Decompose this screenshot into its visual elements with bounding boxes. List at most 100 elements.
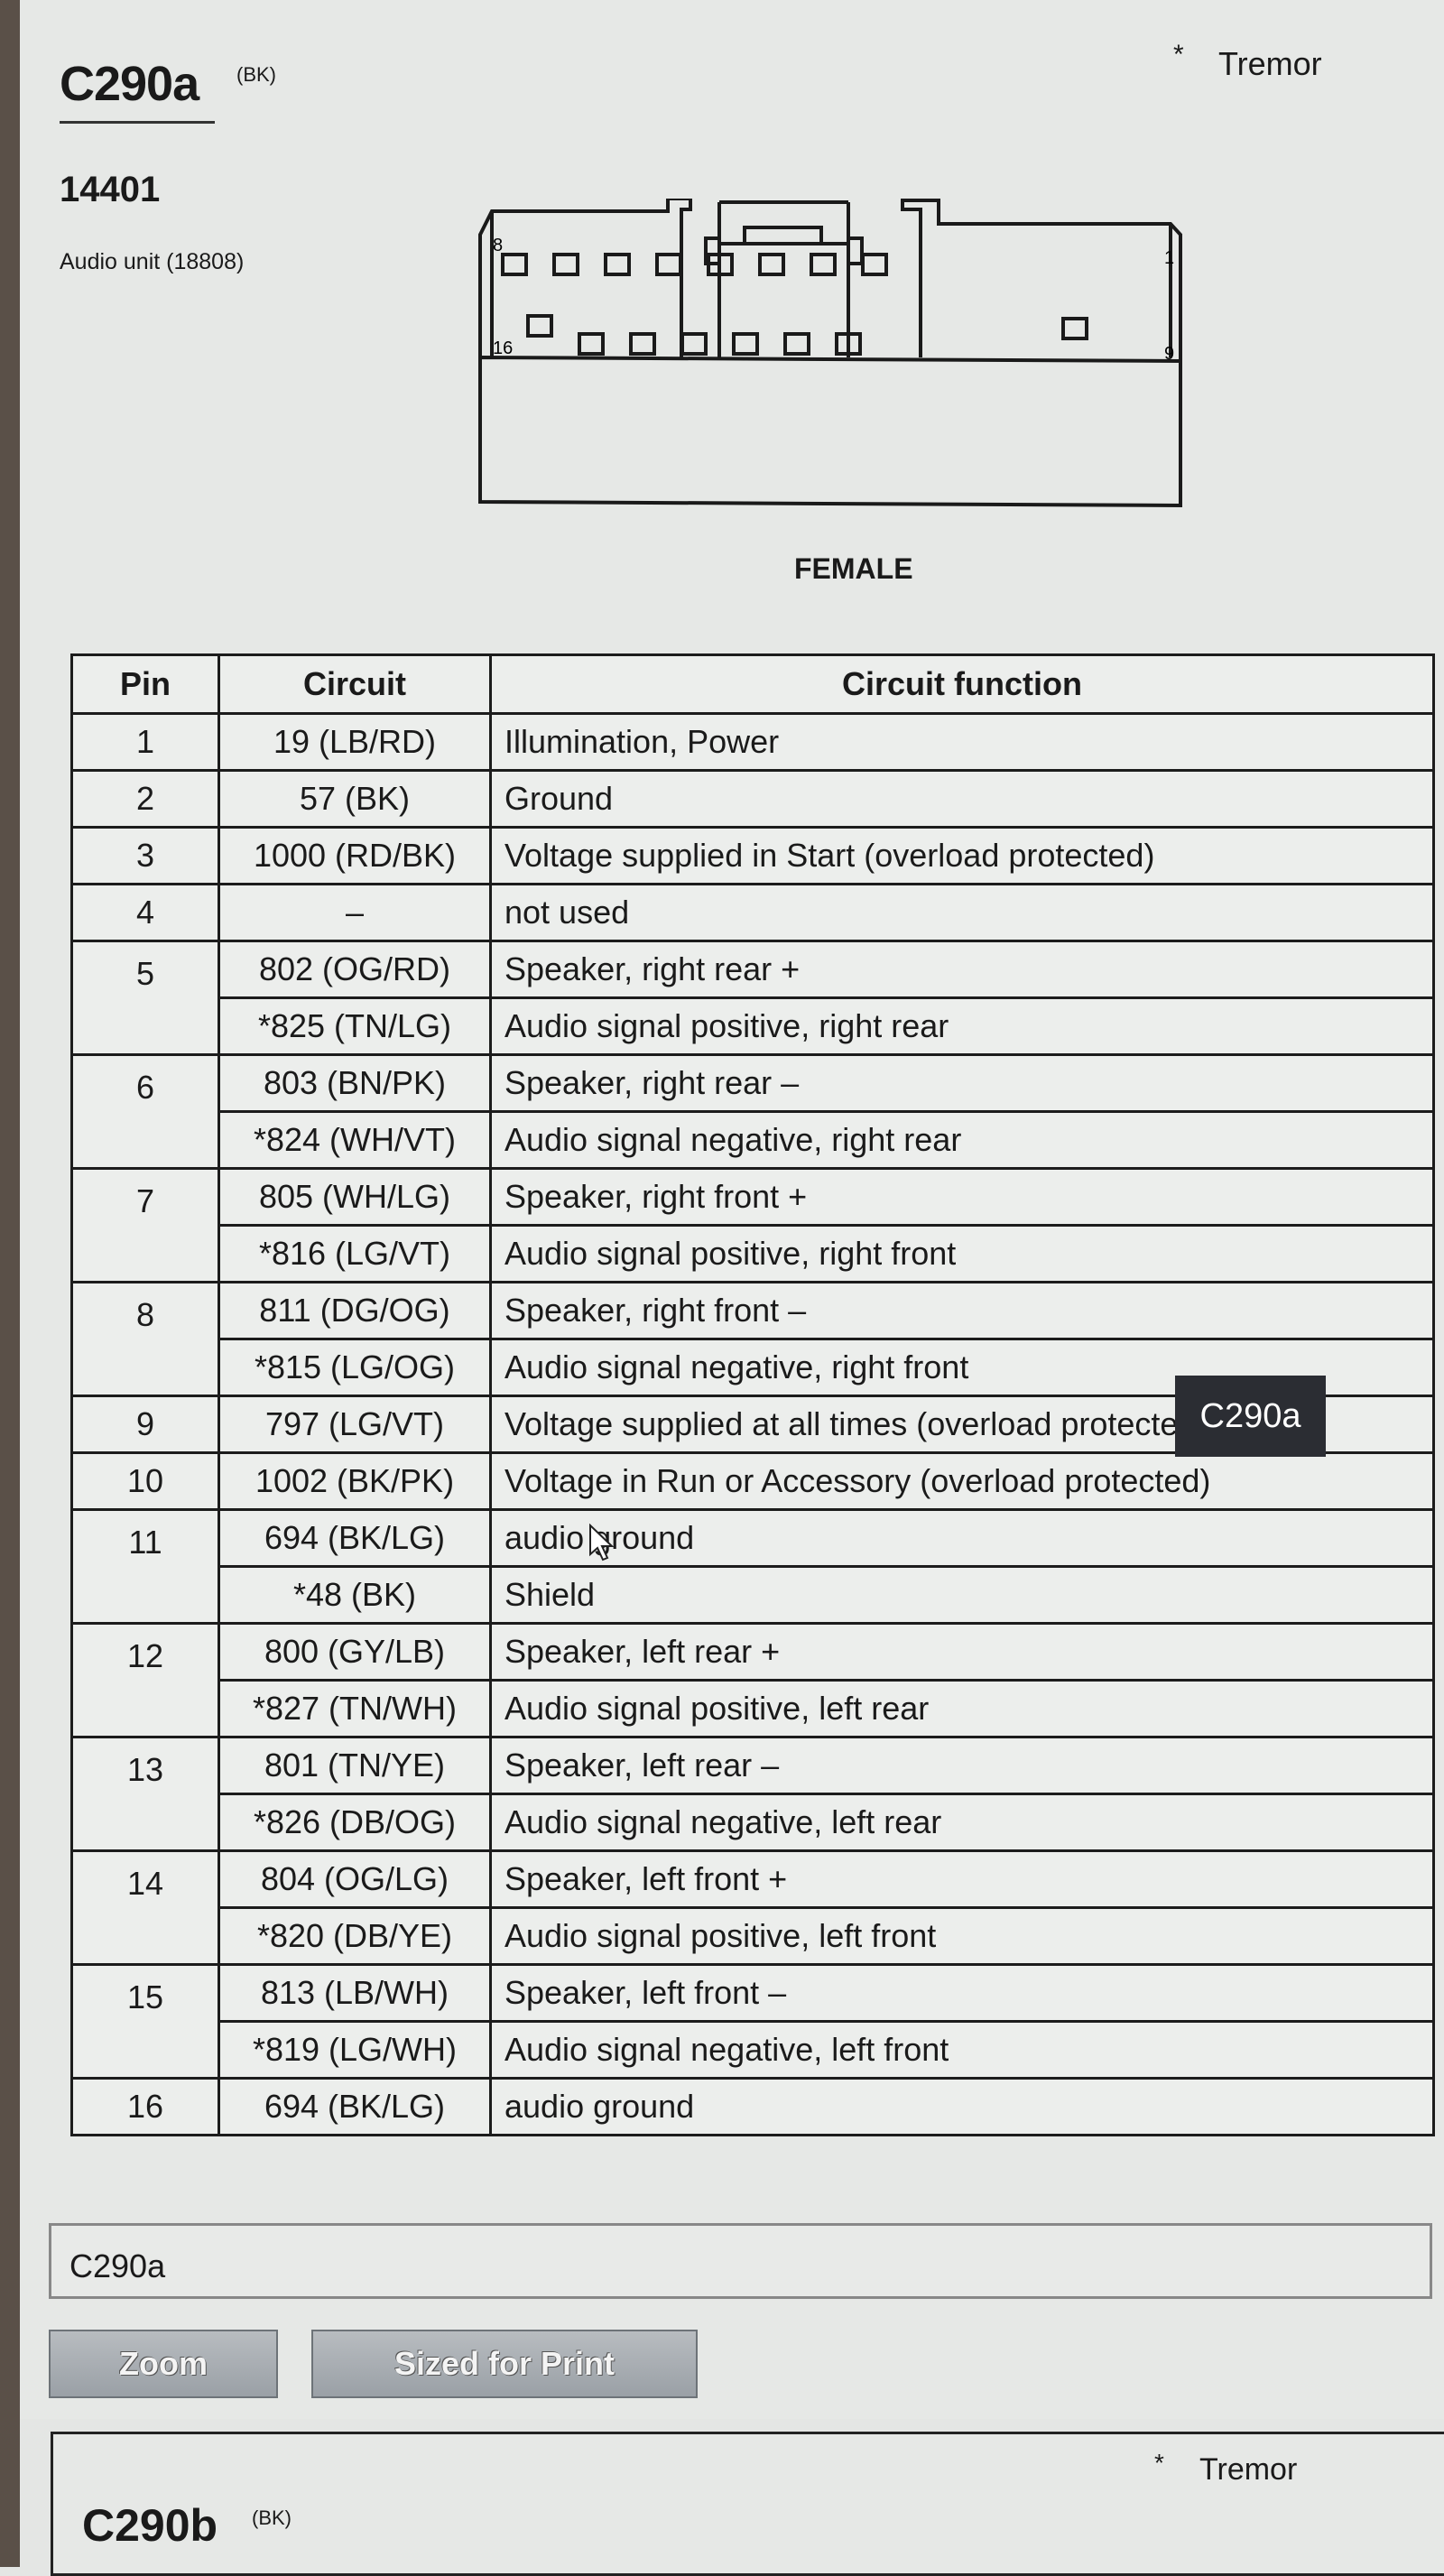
table-row: 7 805 (WH/LG) Speaker, right front +	[70, 1167, 1435, 1283]
circuit-cell: 1000 (RD/BK)	[218, 826, 492, 885]
pin-cell: 11	[70, 1508, 220, 1625]
circuit-cell: *816 (LG/VT)	[218, 1224, 492, 1283]
pin-cell: 7	[70, 1167, 220, 1283]
circuit-function-cell: Audio signal positive, left front	[489, 1906, 1435, 1966]
circuit-function-cell: Audio signal negative, right rear	[489, 1110, 1435, 1170]
pin-cell: 13	[70, 1736, 220, 1852]
circuit-cell: –	[218, 883, 492, 942]
pin-cell: 16	[70, 2077, 220, 2136]
table-row: 4– not used	[70, 883, 1435, 942]
table-row: 11 694 (BK/LG) audio ground	[70, 1508, 1435, 1625]
table-row: *48 (BK) Shield	[72, 1565, 1435, 1625]
circuit-function-cell: Illumination, Power	[489, 712, 1435, 772]
table-row: 8 811 (DG/OG) Speaker, right front –	[70, 1281, 1435, 1397]
pin-label-8: 8	[493, 236, 503, 255]
circuit-cell: *824 (WH/VT)	[218, 1110, 492, 1170]
circuit-cell: 805 (WH/LG)	[218, 1167, 492, 1227]
circuit-function-cell: Audio signal positive, right front	[489, 1224, 1435, 1283]
circuit-cell: 802 (OG/RD)	[218, 940, 492, 999]
pin-cell: 12	[70, 1622, 220, 1738]
circuit-function-cell: Speaker, left rear +	[489, 1622, 1435, 1682]
table-row: 6 803 (BN/PK) Speaker, right rear –	[70, 1053, 1435, 1170]
circuit-function-cell: Speaker, right front +	[489, 1167, 1435, 1227]
pin-cell: 1	[70, 712, 220, 772]
connector-color-code: (BK)	[236, 63, 276, 86]
circuit-cell: 1002 (BK/PK)	[218, 1451, 492, 1511]
table-row: 10 1002 (BK/PK) Voltage in Run or Accessor…	[70, 1451, 1435, 1511]
pin-cavities	[501, 253, 1088, 356]
table-row: 16 694 (BK/LG) audio ground	[70, 2077, 1435, 2136]
table-row: *824 (WH/VT) Audio signal negative, right…	[72, 1110, 1435, 1170]
pin-cell: 9	[70, 1395, 220, 1454]
header-pin: Pin	[70, 653, 220, 715]
table-row: *820 (DB/YE) Audio signal positive, left …	[72, 1906, 1435, 1966]
circuit-function-cell: Speaker, right rear +	[489, 940, 1435, 999]
title-underline	[60, 121, 215, 124]
circuit-function-cell: Speaker, left rear –	[489, 1736, 1435, 1795]
circuit-cell: 813 (LB/WH)	[218, 1963, 492, 2023]
circuit-cell: 694 (BK/LG)	[218, 2077, 492, 2136]
header-circuit-function: Circuit function	[489, 653, 1435, 715]
circuit-function-cell: Audio signal negative, left rear	[489, 1793, 1435, 1852]
part-number: 14401	[60, 170, 161, 209]
table-row: 15 813 (LB/WH) Speaker, left front –	[70, 1963, 1435, 2080]
circuit-cell: 19 (LB/RD)	[218, 712, 492, 772]
connector-description: Audio unit (18808)	[60, 249, 245, 274]
circuit-function-cell: not used	[489, 883, 1435, 942]
table-row: *826 (DB/OG) Audio signal negative, left …	[72, 1793, 1435, 1852]
pin-cell: 6	[70, 1053, 220, 1170]
circuit-cell: *827 (TN/WH)	[218, 1679, 492, 1738]
connector-caption-bar: C290a	[49, 2223, 1432, 2299]
circuit-function-cell: Speaker, right front –	[489, 1281, 1435, 1340]
circuit-cell: 797 (LG/VT)	[218, 1395, 492, 1454]
table-row: *816 (LG/VT) Audio signal positive, right…	[72, 1224, 1435, 1283]
next-connector-color-code: (BK)	[252, 2507, 292, 2529]
pin-label-9: 9	[1164, 344, 1174, 364]
circuit-function-cell: Speaker, left front –	[489, 1963, 1435, 2023]
note-label: Tremor	[1218, 45, 1322, 82]
next-connector-panel: C290b (BK) * Tremor	[51, 2432, 1444, 2576]
circuit-cell: *815 (LG/OG)	[218, 1338, 492, 1397]
zoom-button[interactable]: Zoom	[49, 2330, 278, 2398]
circuit-function-cell: Voltage supplied in Start (overload prot…	[489, 826, 1435, 885]
window-edge	[0, 0, 20, 2567]
table-row: *825 (TN/LG) Audio signal positive, right…	[72, 996, 1435, 1056]
circuit-cell: 801 (TN/YE)	[218, 1736, 492, 1795]
circuit-cell: *820 (DB/YE)	[218, 1906, 492, 1966]
table-row: 2 57 (BK) Ground	[70, 769, 1435, 829]
pin-cell: 5	[70, 940, 220, 1056]
circuit-function-cell: Shield	[489, 1565, 1435, 1625]
header-circuit: Circuit	[218, 653, 492, 715]
pin-cell: 8	[70, 1281, 220, 1397]
table-row: 1 19 (LB/RD) Illumination, Power	[70, 712, 1435, 772]
pin-cell: 14	[70, 1849, 220, 1966]
circuit-function-cell: Audio signal positive, right rear	[489, 996, 1435, 1056]
next-note-label: Tremor	[1199, 2452, 1298, 2487]
connector-diagram: 8 1 16 9	[478, 199, 1182, 508]
circuit-cell: 804 (OG/LG)	[218, 1849, 492, 1909]
circuit-cell: 803 (BN/PK)	[218, 1053, 492, 1113]
circuit-cell: 800 (GY/LB)	[218, 1622, 492, 1682]
sized-for-print-button[interactable]: Sized for Print	[311, 2330, 698, 2398]
pin-cell: 2	[70, 769, 220, 829]
connector-view-label: FEMALE	[794, 552, 913, 585]
circuit-function-cell: Speaker, right rear –	[489, 1053, 1435, 1113]
table-row: 13 801 (TN/YE) Speaker, left rear –	[70, 1736, 1435, 1852]
circuit-function-cell: audio ground	[489, 2077, 1435, 2136]
circuit-cell: *819 (LG/WH)	[218, 2020, 492, 2080]
circuit-function-cell: Ground	[489, 769, 1435, 829]
note-marker: *	[1173, 40, 1184, 69]
circuit-function-cell: Voltage in Run or Accessory (overload pr…	[489, 1451, 1435, 1511]
circuit-cell: *48 (BK)	[218, 1565, 492, 1625]
connector-title: C290a	[60, 57, 199, 111]
pin-label-1: 1	[1164, 248, 1174, 268]
circuit-function-cell: audio ground	[489, 1508, 1435, 1568]
pin-cell: 4	[70, 883, 220, 942]
table-row: *819 (LG/WH) Audio signal negative, left …	[72, 2020, 1435, 2080]
circuit-cell: *825 (TN/LG)	[218, 996, 492, 1056]
pin-cell: 3	[70, 826, 220, 885]
table-header-row: Pin Circuit Circuit function	[70, 653, 1435, 715]
pin-label-16: 16	[493, 338, 513, 358]
next-connector-title: C290b	[82, 2500, 218, 2551]
table-row: 14 804 (OG/LG) Speaker, left front +	[70, 1849, 1435, 1966]
